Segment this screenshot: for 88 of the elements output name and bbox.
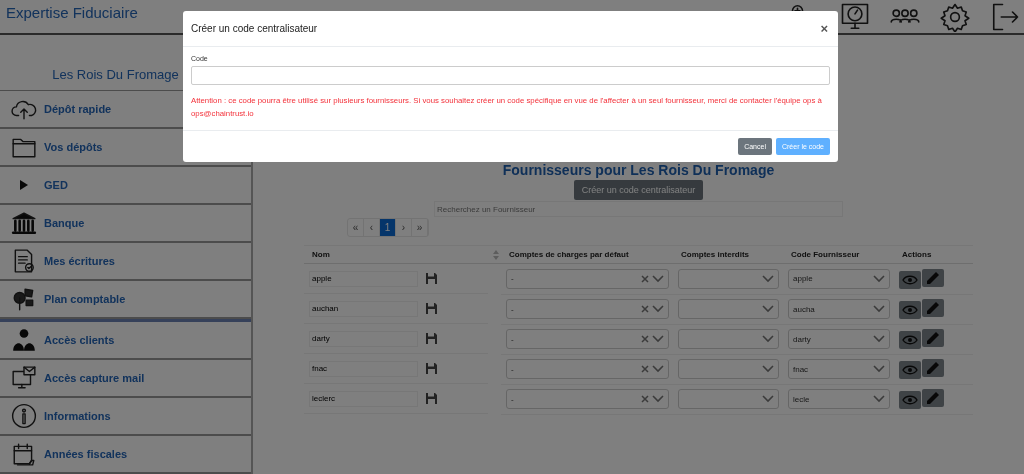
chevron-down-icon [652,365,664,373]
edit-button[interactable] [922,359,944,377]
chevron-down-icon [762,365,774,373]
sidebar-item[interactable]: Banque [0,205,251,243]
view-button[interactable] [899,391,921,409]
sort-icon[interactable] [493,250,499,260]
name-field[interactable]: fnac [309,360,418,377]
column-header: Comptes de charges par défaut [501,245,673,264]
sidebar-item[interactable]: Plan comptable [0,281,251,319]
name-field[interactable]: darty [309,330,418,347]
eye-icon [902,335,918,345]
edit-button[interactable] [922,299,944,317]
edit-button[interactable] [922,389,944,407]
edit-button[interactable] [922,268,944,287]
clear-icon[interactable] [641,305,649,313]
select-field[interactable]: darty [788,329,890,349]
name-field[interactable]: apple [309,270,418,287]
select-field[interactable]: - [506,389,669,409]
view-button[interactable] [899,331,921,349]
select-field[interactable] [678,359,779,379]
sidebar-item[interactable]: Accès clients [0,322,251,360]
select-field[interactable] [678,389,779,409]
column-header[interactable]: Nom [304,245,501,264]
chevron-down-icon [873,395,885,403]
logout-icon[interactable] [990,1,1020,32]
view-button[interactable] [899,361,921,379]
select-field[interactable]: - [506,268,669,289]
edit-button[interactable] [922,329,944,347]
eye-icon [902,395,918,405]
eye-icon [902,365,918,375]
clear-icon[interactable] [641,274,649,283]
column-header: Comptes interdits [673,245,783,264]
view-button[interactable] [899,270,921,289]
close-button[interactable]: × [818,21,830,36]
sidebar-item[interactable]: Mes écritures [0,243,251,281]
chevron-down-icon [652,395,664,403]
chevron-down-icon [762,305,774,313]
chevron-down-icon [762,395,774,403]
sidebar-item[interactable]: Informations [0,398,251,436]
pencil-icon [926,301,940,315]
sidebar-item[interactable]: Accès capture mail [0,360,251,398]
select-field[interactable]: fnac [788,359,890,379]
pencil-icon [926,391,940,405]
select-field[interactable] [678,299,779,319]
pencil-icon [926,331,940,345]
clear-icon[interactable] [641,395,649,403]
eye-icon [902,305,918,315]
calendar-icon [11,441,37,467]
clear-icon[interactable] [641,335,649,343]
page-button[interactable]: 1 [380,219,396,236]
chevron-down-icon [652,305,664,313]
eye-icon [902,274,918,285]
name-field[interactable]: leclerc [309,390,418,407]
column-header: Code Fournisseur [783,245,894,264]
chevron-down-icon [762,335,774,343]
monitor-mail-icon [11,365,37,391]
monitor-gauge-icon[interactable] [840,1,870,32]
info-icon [11,403,37,429]
page-heading: Fournisseurs pour Les Rois Du Fromage [502,162,775,178]
chevron-down-icon [873,305,885,313]
settings-icon[interactable] [940,1,970,32]
chevron-down-icon [873,335,885,343]
select-field[interactable] [678,329,779,349]
bank-icon [11,210,37,236]
name-field[interactable]: auchan [309,300,418,317]
column-header: Actions [894,245,973,264]
code-field[interactable] [191,66,830,85]
chevron-down-icon [652,335,664,343]
pencil-icon [926,361,940,375]
select-field[interactable]: apple [788,268,890,289]
modal-title: Créer un code centralisateur [191,23,318,34]
view-button[interactable] [899,301,921,319]
sidebar-item[interactable]: GED [0,167,251,205]
select-field[interactable] [678,268,779,289]
chevron-down-icon [652,274,664,283]
sidebar-item[interactable]: Années fiscales [0,436,251,474]
chevron-down-icon [762,274,774,283]
select-field[interactable]: lecle [788,389,890,409]
pencil-icon [926,270,940,285]
app-title: Expertise Fiduciaire [6,4,138,21]
clear-icon[interactable] [641,365,649,373]
select-field[interactable]: - [506,329,669,349]
people-icon [11,327,37,353]
select-field[interactable]: - [506,359,669,379]
chevron-down-icon [873,365,885,373]
chevron-down-icon [873,274,885,283]
select-field[interactable]: aucha [788,299,890,319]
select-field[interactable]: - [506,299,669,319]
